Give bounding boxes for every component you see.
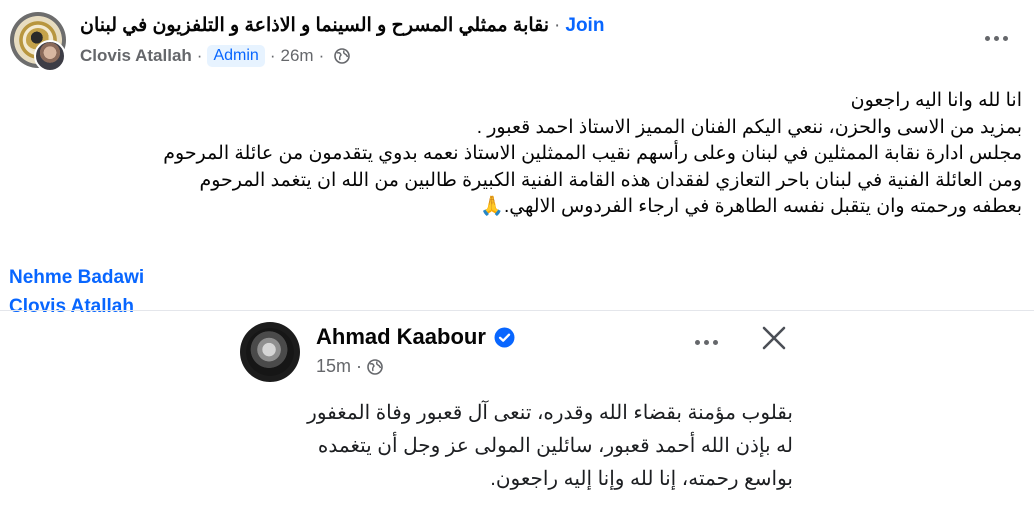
more-options-button[interactable] xyxy=(978,24,1014,52)
shared-author-avatar xyxy=(240,322,300,382)
tagged-people: Nehme Badawi Clovis Atallah xyxy=(9,263,144,321)
shared-post-time: 15m xyxy=(316,356,352,376)
separator: · xyxy=(554,15,561,36)
group-title-line: نقابة ممثلي المسرح و السينما و الاذاعة و… xyxy=(80,14,604,37)
tag-clovis-atallah[interactable]: Clovis Atallah xyxy=(9,292,144,321)
shared-post-line: بواسع رحمته، إنا لله وإنا إليه راجعون. xyxy=(490,468,793,490)
divider xyxy=(0,310,1034,311)
close-icon xyxy=(762,326,786,350)
separator: · xyxy=(356,356,363,376)
author-name[interactable]: Clovis Atallah xyxy=(80,46,192,66)
post-text: انا لله وانا اليه راجعون بمزيد من الاسى … xyxy=(10,88,1022,221)
shared-author-name: Ahmad Kaabour xyxy=(316,324,486,349)
separator: · xyxy=(269,46,276,65)
author-avatar[interactable] xyxy=(34,40,66,72)
shared-post-line: بقلوب مؤمنة بقضاء الله وقدره، تنعى آل قع… xyxy=(307,402,793,424)
shared-post-image[interactable]: Ahmad Kaabour 15m · بقلوب مؤمنة بقضاء ال… xyxy=(226,312,806,513)
post-header: نقابة ممثلي المسرح و السينما و الاذاعة و… xyxy=(0,0,1034,80)
shared-author-line: Ahmad Kaabour xyxy=(316,324,515,350)
tag-nehme-badawi[interactable]: Nehme Badawi xyxy=(9,263,144,292)
post-line: انا لله وانا اليه راجعون xyxy=(850,90,1022,111)
post-time[interactable]: 26m xyxy=(281,46,314,66)
verified-badge-icon xyxy=(494,327,515,347)
separator: · xyxy=(318,46,325,65)
post-line: بمزيد من الاسى والحزن، ننعي اليكم الفنان… xyxy=(476,116,1022,138)
post-line: مجلس ادارة نقابة الممثلين في لبنان وعلى … xyxy=(163,143,1022,164)
shared-post-meta: 15m · xyxy=(316,356,383,377)
admin-badge: Admin xyxy=(207,45,265,67)
post-line: بعطفه ورحمته وان يتقبل نفسه الطاهرة في ا… xyxy=(480,196,1022,217)
shared-post-text: بقلوب مؤمنة بقضاء الله وقدره، تنعى آل قع… xyxy=(246,397,793,496)
more-options-icon xyxy=(688,332,724,352)
group-name[interactable]: نقابة ممثلي المسرح و السينما و الاذاعة و… xyxy=(80,15,549,36)
post-meta: Clovis Atallah · Admin · 26m · xyxy=(80,45,351,67)
globe-icon xyxy=(367,358,383,375)
shared-post-line: له بإذن الله أحمد قعبور، سائلين المولى ع… xyxy=(317,435,793,457)
join-button[interactable]: Join xyxy=(565,15,604,36)
separator: · xyxy=(196,46,203,65)
post-line: ومن العائلة الفنية في لبنان باحر التعازي… xyxy=(199,169,1022,191)
globe-icon[interactable] xyxy=(334,48,351,64)
